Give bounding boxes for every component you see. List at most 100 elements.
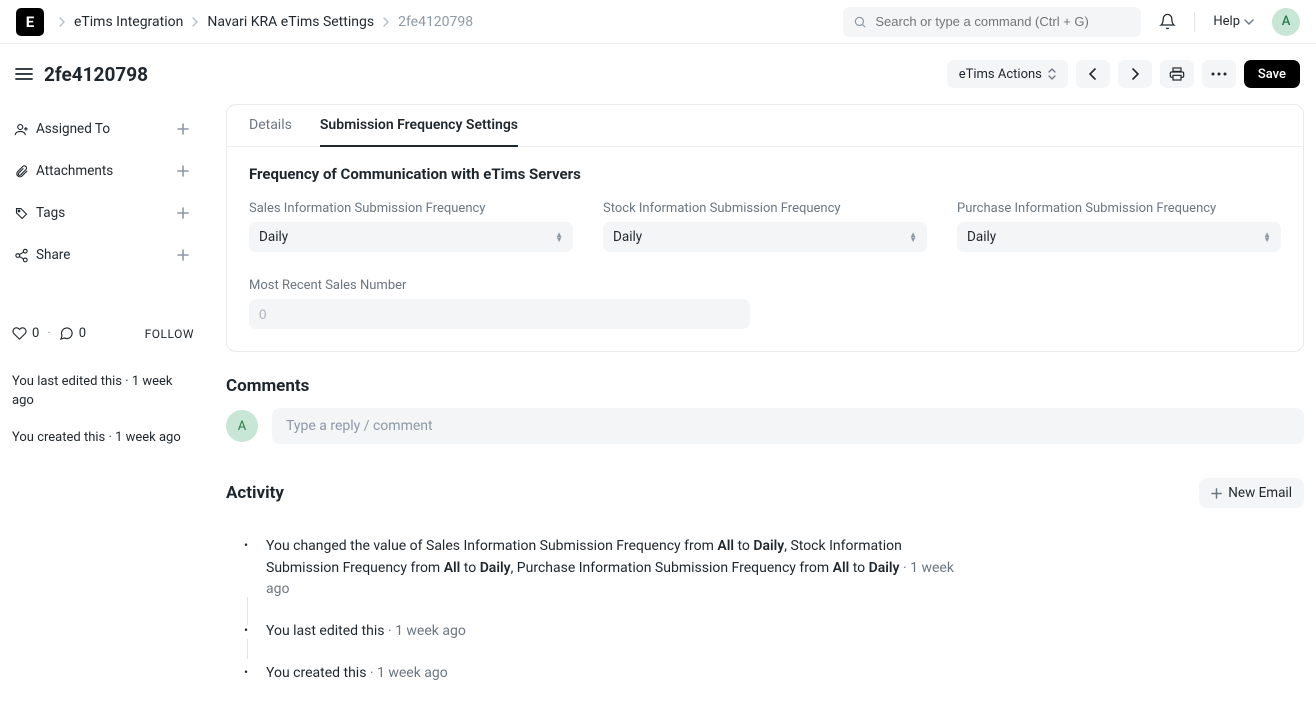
heart-icon	[12, 326, 27, 341]
select-chevron-icon: ▲▼	[909, 232, 917, 242]
sidebar-item-assigned-to[interactable]: Assigned To	[12, 108, 194, 150]
separator	[1194, 12, 1195, 32]
sales-frequency-select[interactable]: Daily ▲▼	[249, 222, 573, 252]
search-icon	[853, 15, 867, 29]
sidebar-label: Share	[36, 247, 172, 263]
select-chevron-icon: ▲▼	[555, 232, 563, 242]
comments-heading: Comments	[226, 376, 1304, 396]
field-sales-frequency: Sales Information Submission Frequency D…	[249, 201, 573, 252]
field-purchase-frequency: Purchase Information Submission Frequenc…	[957, 201, 1281, 252]
help-menu[interactable]: Help	[1213, 14, 1254, 29]
field-row-2: Most Recent Sales Number	[249, 278, 1281, 329]
plus-icon	[177, 123, 189, 135]
tab-submission-frequency[interactable]: Submission Frequency Settings	[320, 105, 518, 147]
comment-composer: A Type a reply / comment	[226, 408, 1304, 444]
sidebar: Assigned To Attachments Tags	[12, 104, 208, 714]
plus-icon	[177, 165, 189, 177]
search-input[interactable]	[875, 14, 1131, 29]
header-actions: eTims Actions Save	[947, 60, 1300, 88]
chevron-left-icon	[1088, 68, 1098, 80]
chevron-right-icon	[382, 17, 390, 27]
next-button[interactable]	[1118, 60, 1152, 88]
field-label: Most Recent Sales Number	[249, 278, 750, 293]
like-count: 0	[32, 326, 39, 341]
search-box[interactable]	[843, 7, 1141, 37]
breadcrumb-item-0[interactable]: eTims Integration	[74, 14, 183, 30]
tab-details[interactable]: Details	[249, 105, 292, 147]
activity-timeline: You changed the value of Sales Informati…	[226, 526, 1304, 694]
like-button[interactable]: 0	[12, 326, 39, 341]
recent-sales-input[interactable]	[259, 307, 740, 322]
activity-item: You changed the value of Sales Informati…	[242, 526, 972, 611]
more-button[interactable]	[1202, 60, 1236, 88]
dot-separator: ·	[47, 326, 50, 341]
comment-icon	[59, 326, 74, 341]
field-row-1: Sales Information Submission Frequency D…	[249, 201, 1281, 252]
chevron-right-icon	[58, 17, 66, 27]
breadcrumb-item-current: 2fe4120798	[398, 14, 473, 30]
stock-frequency-select[interactable]: Daily ▲▼	[603, 222, 927, 252]
sidebar-label: Attachments	[36, 163, 172, 179]
field-label: Sales Information Submission Frequency	[249, 201, 573, 216]
field-stock-frequency: Stock Information Submission Frequency D…	[603, 201, 927, 252]
add-tag-button[interactable]	[172, 202, 194, 224]
page-header: 2fe4120798 eTims Actions Save	[0, 44, 1316, 104]
select-value: Daily	[967, 229, 996, 245]
add-attachment-button[interactable]	[172, 160, 194, 182]
bell-icon	[1159, 13, 1176, 30]
prev-button[interactable]	[1076, 60, 1110, 88]
notifications-button[interactable]	[1159, 13, 1176, 30]
sidebar-toggle[interactable]	[12, 62, 36, 86]
topbar-right: Help A	[1159, 8, 1300, 36]
meta-created: You created this · 1 week ago	[12, 429, 194, 448]
chevron-right-icon	[1130, 68, 1140, 80]
sidebar-item-tags[interactable]: Tags	[12, 192, 194, 234]
print-button[interactable]	[1160, 60, 1194, 88]
card-body: Frequency of Communication with eTims Se…	[227, 147, 1303, 351]
form-card: Details Submission Frequency Settings Fr…	[226, 104, 1304, 352]
sidebar-item-share[interactable]: Share	[12, 234, 194, 276]
select-value: Daily	[259, 229, 288, 245]
field-label: Purchase Information Submission Frequenc…	[957, 201, 1281, 216]
section-title: Frequency of Communication with eTims Se…	[249, 165, 1281, 183]
field-label: Stock Information Submission Frequency	[603, 201, 927, 216]
select-value: Daily	[613, 229, 642, 245]
comment-input[interactable]: Type a reply / comment	[272, 408, 1304, 444]
sidebar-meta: You last edited this · 1 week ago You cr…	[12, 373, 194, 448]
page-title: 2fe4120798	[44, 63, 947, 86]
chevron-right-icon	[191, 17, 199, 27]
plus-icon	[177, 207, 189, 219]
select-icon	[1048, 68, 1056, 80]
select-chevron-icon: ▲▼	[1263, 232, 1271, 242]
menu-icon	[15, 67, 33, 81]
commenter-avatar: A	[226, 410, 258, 442]
paperclip-icon	[12, 164, 30, 179]
tag-icon	[12, 206, 30, 221]
purchase-frequency-select[interactable]: Daily ▲▼	[957, 222, 1281, 252]
chevron-down-icon	[1244, 17, 1254, 27]
recent-sales-input-wrap[interactable]	[249, 299, 750, 329]
breadcrumb: eTims Integration Navari KRA eTims Setti…	[58, 14, 843, 30]
etims-actions-menu[interactable]: eTims Actions	[947, 60, 1068, 88]
new-email-button[interactable]: New Email	[1199, 478, 1304, 508]
sidebar-label: Assigned To	[36, 121, 172, 137]
main: Details Submission Frequency Settings Fr…	[208, 104, 1304, 714]
meta-last-edited: You last edited this · 1 week ago	[12, 373, 194, 411]
app-logo[interactable]: E	[16, 8, 44, 36]
user-avatar[interactable]: A	[1272, 8, 1300, 36]
activity-heading: Activity	[226, 483, 1199, 503]
more-horizontal-icon	[1211, 72, 1227, 76]
comments-button[interactable]: 0	[59, 326, 86, 341]
activity-item: You created this · 1 week ago	[242, 653, 972, 695]
follow-button[interactable]: FOLLOW	[145, 327, 194, 341]
plus-icon	[177, 249, 189, 261]
topbar: E eTims Integration Navari KRA eTims Set…	[0, 0, 1316, 44]
add-share-button[interactable]	[172, 244, 194, 266]
add-assignee-button[interactable]	[172, 118, 194, 140]
sidebar-item-attachments[interactable]: Attachments	[12, 150, 194, 192]
sidebar-stats: 0 · 0 FOLLOW	[12, 326, 194, 341]
breadcrumb-item-1[interactable]: Navari KRA eTims Settings	[207, 14, 374, 30]
activity-header-row: Activity New Email	[226, 478, 1304, 508]
activity-item: You last edited this · 1 week ago	[242, 611, 972, 653]
save-button[interactable]: Save	[1244, 60, 1300, 88]
